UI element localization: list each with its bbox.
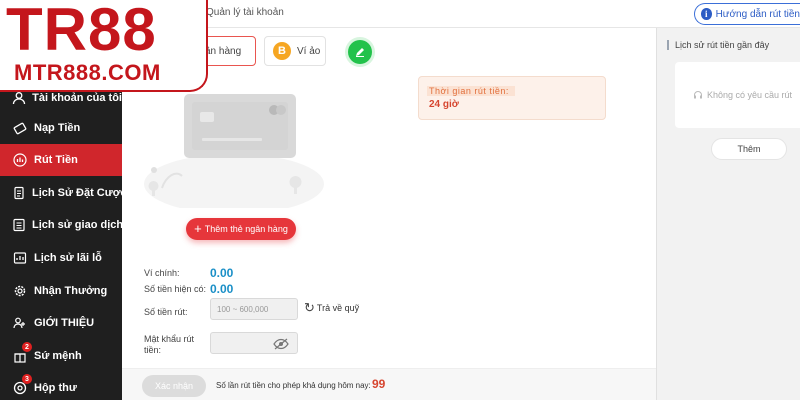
sidebar-item-label: GIỚI THIỆU [34, 317, 95, 329]
more-button[interactable]: Thêm [711, 138, 787, 160]
sidebar-item-label: Lịch Sử Đặt Cược [32, 187, 122, 199]
chart-icon [12, 250, 28, 266]
logo-text: TR88 [6, 0, 157, 63]
top-bar: Quản lý tài khoản i Hướng dẫn rút tiền [122, 0, 800, 28]
current-balance-value: 0.00 [210, 282, 234, 296]
withdraw-limit-text: Số lần rút tiền cho phép khả dụng hôm na… [216, 381, 371, 390]
amount-placeholder: 100 ~ 600,000 [217, 304, 269, 314]
withdraw-guide-label: Hướng dẫn rút tiền [715, 8, 800, 20]
eye-off-icon[interactable] [273, 338, 289, 352]
amount-label: Số tiền rút: [144, 307, 188, 317]
info-icon: i [701, 8, 712, 20]
current-balance-label: Số tiền hiện có: [144, 284, 207, 294]
confirm-button[interactable]: Xác nhận [142, 375, 206, 397]
inbox-badge: 3 [22, 374, 32, 384]
no-request-label: Không có yêu cầu rút [707, 90, 793, 100]
withdraw-password-input[interactable] [210, 332, 298, 354]
wallet-icon [12, 120, 28, 136]
withdraw-time-value: 24 giờ [429, 99, 459, 110]
no-request-card: Không có yêu cầu rút [675, 62, 800, 128]
sidebar-item-label: Hộp thư [34, 382, 77, 394]
main-wallet-label: Ví chính: [144, 268, 180, 278]
sidebar-item-label: Tài khoản của tôi [32, 92, 122, 104]
refund-button[interactable]: ↻ Trả về quỹ [304, 300, 359, 316]
sidebar-item-label: Lịch sử giao dịch [32, 219, 122, 231]
main-wallet-value: 0.00 [210, 266, 234, 280]
user-icon [12, 90, 26, 106]
sidebar-item-referral[interactable]: GIỚI THIỆU [0, 307, 122, 339]
gear-icon [12, 283, 28, 299]
refund-label: Trả về quỹ [316, 303, 360, 313]
plus-icon: + [194, 221, 202, 236]
sidebar-item-label: Lịch sử lãi lỗ [34, 252, 102, 264]
document-icon [12, 185, 26, 201]
sidebar-item-inbox[interactable]: 3 Hộp thư [0, 372, 122, 400]
sidebar-item-label: Sứ mệnh [34, 350, 82, 362]
confirm-bar: Xác nhận Số lần rút tiền cho phép khả dụ… [122, 368, 656, 400]
headset-icon [693, 90, 703, 100]
sidebar-item-rewards[interactable]: Nhận Thưởng [0, 275, 122, 307]
logo-domain: MTR888.COM [14, 60, 161, 85]
tab-bank-label: ân hàng [205, 45, 242, 57]
withdraw-time-label: Thời gian rút tiền: [427, 86, 515, 96]
add-bank-card-label: Thêm thẻ ngân hàng [204, 224, 288, 234]
withdraw-icon [12, 152, 28, 168]
amount-input[interactable]: 100 ~ 600,000 [210, 298, 298, 320]
withdraw-time-box: Thời gian rút tiền: 24 giờ [418, 76, 606, 120]
brand-logo[interactable]: TR88 MTR888.COM [0, 0, 208, 92]
add-bank-card-button[interactable]: + Thêm thẻ ngân hàng [186, 218, 296, 240]
sidebar-item-label: Nạp Tiền [34, 122, 81, 134]
withdraw-limit-value: 99 [372, 377, 386, 391]
sidebar-item-transaction-history[interactable]: Lịch sử giao dịch [0, 209, 122, 241]
sidebar-item-withdraw[interactable]: Rút Tiền [0, 144, 122, 176]
password-label: Mật khẩu rút tiền: [144, 334, 195, 355]
tab-e-wallet[interactable]: B Ví ảo [264, 36, 326, 66]
edit-icon[interactable] [348, 40, 372, 64]
breadcrumb[interactable]: Quản lý tài khoản [206, 7, 284, 18]
withdraw-guide-button[interactable]: i Hướng dẫn rút tiền [694, 3, 800, 25]
sidebar-item-deposit[interactable]: Nạp Tiền [0, 112, 122, 144]
sidebar-item-mission[interactable]: 2 Sứ mệnh [0, 340, 122, 372]
tab-e-wallet-label: Ví ảo [297, 45, 321, 57]
list-icon [12, 217, 26, 233]
users-icon [12, 315, 28, 331]
sidebar-item-label: Nhận Thưởng [34, 285, 108, 297]
page: Tài khoản của tôi Nạp Tiền Rút Tiền Lịch… [0, 0, 800, 400]
sidebar-item-profit-loss[interactable]: Lịch sử lãi lỗ [0, 242, 122, 274]
empty-card-illustration [144, 94, 324, 208]
refresh-icon: ↻ [304, 300, 315, 315]
bitcoin-icon: B [273, 42, 291, 60]
recent-withdrawals-panel: Lịch sử rút tiền gần đây Không có yêu cầ… [656, 28, 800, 400]
sidebar-item-label: Rút Tiền [34, 154, 78, 166]
recent-withdrawals-title: Lịch sử rút tiền gần đây [667, 40, 769, 50]
mission-badge: 2 [22, 342, 32, 352]
no-request-text: Không có yêu cầu rút [693, 90, 792, 100]
sidebar-item-bet-history[interactable]: Lịch Sử Đặt Cược [0, 177, 122, 209]
